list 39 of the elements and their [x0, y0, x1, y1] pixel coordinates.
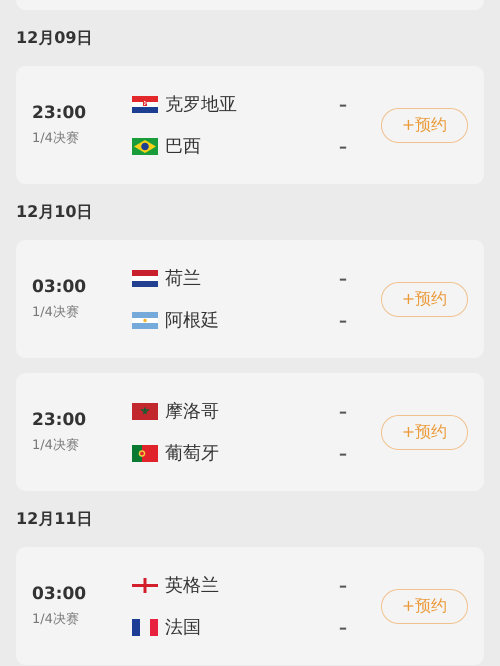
team-score: –: [339, 444, 347, 462]
team-score: –: [339, 94, 347, 114]
team-name: 法国: [165, 616, 202, 639]
flag-icon: [132, 576, 158, 594]
team-score: –: [339, 268, 347, 288]
team-name: 巴西: [165, 135, 202, 158]
team-name: 荷兰: [165, 267, 202, 290]
match-time: 23:00: [32, 103, 88, 123]
match-time: 03:00: [32, 584, 88, 604]
flag-icon: [132, 402, 158, 420]
reserve-button[interactable]: +预约: [381, 414, 468, 450]
team-name: 英格兰: [165, 574, 220, 597]
date-heading: 12月11日: [16, 508, 94, 530]
flag-icon: [132, 444, 158, 462]
flag-icon: [132, 138, 158, 154]
team-score: –: [339, 576, 347, 594]
team-name: 摩洛哥: [165, 400, 220, 423]
match-time: 03:00: [32, 277, 88, 297]
flag-icon: [132, 96, 158, 112]
team-name: 克罗地亚: [165, 93, 238, 116]
reserve-button[interactable]: +预约: [381, 108, 468, 142]
reserve-button[interactable]: +预约: [381, 588, 468, 624]
flag-icon: [132, 618, 158, 636]
reserve-button[interactable]: +预约: [381, 282, 468, 316]
match-stage: 1/4决赛: [32, 304, 80, 321]
team-score: –: [339, 310, 347, 330]
match-stage: 1/4决赛: [32, 437, 80, 454]
team-score: –: [339, 136, 347, 156]
flag-icon: [132, 312, 158, 328]
date-heading: 12月09日: [16, 27, 94, 49]
team-name: 葡萄牙: [165, 442, 220, 465]
date-heading: 12月10日: [16, 201, 94, 223]
team-score: –: [339, 618, 347, 636]
team-score: –: [339, 402, 347, 420]
flag-icon: [132, 270, 158, 286]
match-time: 23:00: [32, 410, 88, 430]
match-stage: 1/4决赛: [32, 130, 80, 147]
team-name: 阿根廷: [165, 309, 220, 332]
match-stage: 1/4决赛: [32, 611, 80, 628]
